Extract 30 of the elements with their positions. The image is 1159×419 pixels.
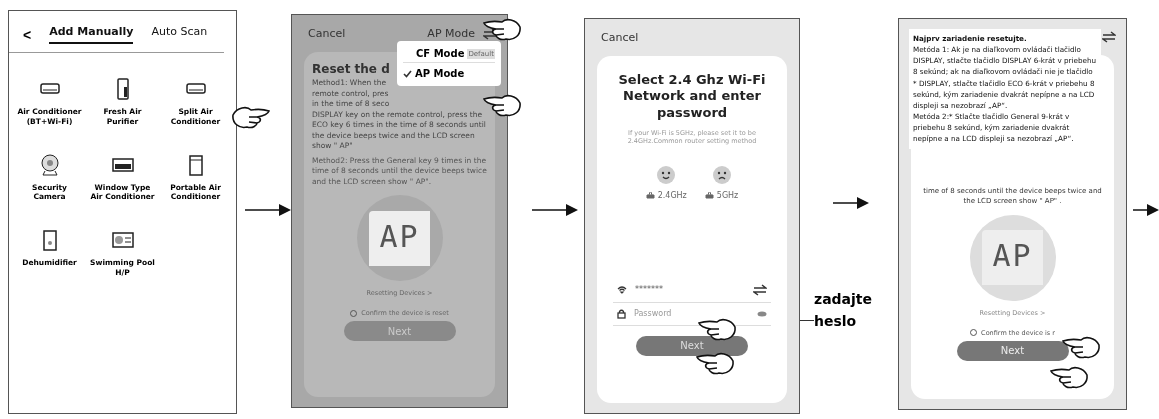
- swap-icon[interactable]: [753, 283, 767, 296]
- menu-item[interactable]: AP Mode: [403, 65, 495, 82]
- eye-icon[interactable]: [757, 310, 767, 317]
- card-heading: Reset the d: [312, 62, 390, 76]
- band-label: 2.4GHz: [645, 190, 687, 200]
- mode-label[interactable]: AP Mode: [427, 27, 475, 40]
- happy-face-icon: [656, 164, 677, 185]
- cancel-link[interactable]: Cancel: [308, 27, 346, 40]
- cancel-link[interactable]: Cancel: [601, 31, 639, 44]
- wifi-icon: [617, 285, 627, 294]
- tab[interactable]: Add Manually: [49, 25, 134, 44]
- sad-face-icon: [711, 164, 732, 185]
- tab[interactable]: Auto Scan: [151, 25, 208, 44]
- swap-icon[interactable]: [483, 27, 497, 40]
- screen-title: Select 2.4 Ghz Wi-Fi Network and enter password: [617, 72, 767, 121]
- band-label: 5GHz: [704, 190, 739, 200]
- next-button[interactable]: Next: [956, 340, 1069, 361]
- back-button[interactable]: <: [23, 26, 32, 43]
- swap-icon[interactable]: [1102, 31, 1116, 43]
- right-arrow: [1133, 202, 1159, 217]
- right-arrow: [245, 202, 291, 217]
- callout-text: zadajte heslo: [814, 290, 874, 332]
- password-field[interactable]: Password: [634, 309, 749, 319]
- lock-icon: [617, 308, 626, 319]
- lcd-display: AP: [982, 230, 1043, 286]
- wifi-field[interactable]: *******: [635, 285, 745, 295]
- lcd-display: AP: [369, 210, 430, 266]
- check-icon: [403, 69, 412, 78]
- right-arrow: [532, 202, 578, 217]
- right-arrow: [833, 196, 869, 210]
